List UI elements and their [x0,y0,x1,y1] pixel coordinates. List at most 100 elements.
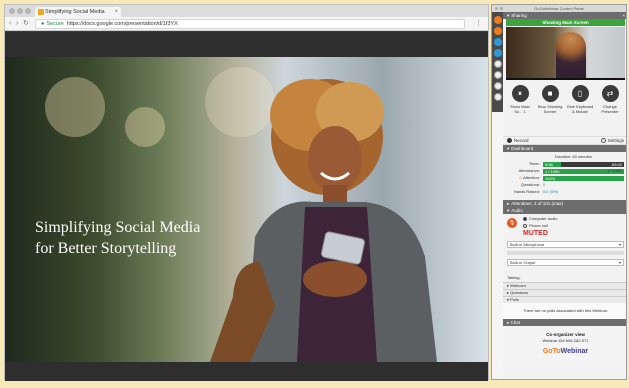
audio-body: 🎙 Computer audio Phone call MUTED Built-… [503,214,626,274]
close-window-icon[interactable] [9,8,15,14]
expand-arrow-icon: ▸ [507,201,510,206]
radio-icon [523,223,527,228]
tab-close-icon[interactable]: × [114,7,118,17]
record-button[interactable]: Record [507,137,529,145]
change-presenter-button[interactable]: ⇄ Change Presenter [596,85,624,114]
sharing-controls: ⏸ Show Main Sc... 1 ■ Stop Showing Scree… [503,80,626,136]
slide-title-line2: for Better Storytelling [35,240,177,257]
sharing-header-label: Sharing [511,13,527,18]
screen-preview-thumbnail [506,27,625,80]
microphone-select[interactable]: Built-in Microphone ▾ [507,241,624,248]
questions-row: Questions: 0 [507,182,624,188]
questions-header-label: Questions [510,290,529,295]
panel-window-title: GoToWebinar Control Panel [534,6,584,11]
mouse-icon: ▯ [571,85,589,102]
grab-tab-icon[interactable] [493,16,502,24]
presentation-slide: Simplifying Social Media for Better Stor… [5,57,488,362]
pause-icon: ⏸ [511,85,529,102]
muted-status: MUTED [523,230,548,237]
brand-prefix: GoTo [542,348,561,355]
stop-icon: ■ [541,85,559,102]
timer-remaining-bar: -55:52 [561,161,624,167]
slides-favicon-icon [38,9,44,15]
webcam-section-header[interactable]: ▸ Webcam [503,282,626,289]
browser-menu-icon[interactable]: ⋮ [475,19,482,29]
preview-person-image [556,32,586,80]
webcam-icon[interactable] [493,49,502,57]
questions-section-header[interactable]: ▸ Questions [503,289,626,296]
webinar-control-panel: GoToWebinar Control Panel ▾ Sharing × Sho… [491,4,627,380]
secure-label: Secure [46,21,64,27]
microphone-icon[interactable] [493,27,502,35]
chat-header-label: Chat [510,320,521,325]
attendance-row: Attendance: 1 / 1000 1 / 1000 [507,168,624,174]
timer-elapsed-bar: 5:58 [543,161,561,167]
collapse-arrow-icon: ▾ [507,146,510,151]
close-panel-icon[interactable] [495,7,498,10]
url-input[interactable]: ● Secure https://docs.google.com/presentat… [35,19,465,29]
collapse-arrow-icon: ▾ [507,13,510,18]
gear-icon [600,138,606,144]
panel-titlebar: GoToWebinar Control Panel [492,5,626,12]
presentation-bottom-margin [5,362,488,381]
timer-label: Timer: [528,161,540,166]
slide-title: Simplifying Social Media for Better Stor… [35,217,275,259]
dashboard-body: Duration: 60 minutes Timer: 5:58 -55:52 … [503,152,626,200]
computer-audio-option[interactable]: Computer audio [523,216,557,221]
speaker-select-value: Built-in Output [510,260,536,265]
webinar-id: Webinar ID# 608-282-971 [542,338,589,343]
change-presenter-icon: ⇄ [601,85,619,102]
dashboard-section-header[interactable]: ▾ Dashboard [503,145,626,152]
screen-share-icon[interactable] [493,38,502,46]
show-main-screen-button[interactable]: ⏸ Show Main Sc... 1 [506,85,534,114]
attention-bar: 100% [543,175,624,181]
attendees-icon[interactable] [493,60,502,68]
record-label: Record [514,138,529,143]
phone-call-option[interactable]: Phone call [523,223,548,228]
browser-tabbar: Simplifying Social Media × [5,5,488,17]
hands-raised-row: Hands Raised: 0/1 (0%) [507,189,624,195]
attendance-right-value: 1 / 1000 [607,168,622,173]
drawing-tools-icon[interactable] [493,93,502,101]
speaker-select[interactable]: Built-in Output ▾ [507,259,624,266]
forward-icon[interactable]: › [16,19,18,29]
minimize-panel-icon[interactable] [500,7,503,10]
audio-section-header[interactable]: ▾ Audio [503,207,626,214]
settings-label: Settings [607,138,624,143]
reload-icon[interactable]: ↻ [23,19,29,29]
polls-icon[interactable] [493,82,502,90]
lock-icon: ● [41,21,45,27]
duration-text: Duration: 60 minutes [555,154,592,159]
hands-raised-label: Hands Raised: [513,189,540,194]
co-organizer-label: Co-organizer view [546,332,585,337]
panel-body: ▾ Sharing × Showing Main Screen ⏸ Show Ma… [503,12,626,379]
give-keyboard-mouse-button[interactable]: ▯ Give Keyboard & Mouse [566,85,594,114]
give-keyboard-mouse-label: Give Keyboard & Mouse [566,104,594,114]
sharing-section-header[interactable]: ▾ Sharing × [503,12,626,19]
phone-call-label: Phone call [529,223,548,228]
microphone-mute-icon[interactable]: 🎙 [507,218,517,228]
questions-value[interactable]: 0 [543,182,545,188]
stop-showing-screen-button[interactable]: ■ Stop Showing Screen [536,85,564,114]
polls-header-label: Polls [510,297,519,302]
questions-icon[interactable] [493,71,502,79]
presentation-top-margin [5,32,488,57]
settings-button[interactable]: Settings [600,137,624,145]
attention-row: ⚠ Attention: 100% [507,175,624,181]
chat-section-header[interactable]: ▸ Chat [503,319,626,326]
maximize-window-icon[interactable] [25,8,31,14]
sharing-close-icon[interactable]: × [622,12,625,19]
attendees-header-label: Attendees: 2 of 101 (max) [511,201,564,206]
minimize-window-icon[interactable] [17,8,23,14]
attendees-section-header[interactable]: ▸ Attendees: 2 of 101 (max) [503,200,626,207]
webcam-header-label: Webcam [510,283,526,288]
back-icon[interactable]: ‹ [9,19,11,29]
browser-tab[interactable]: Simplifying Social Media × [35,7,121,17]
audio-header-label: Audio [511,208,523,213]
dashboard-header-label: Dashboard [511,146,534,151]
chevron-down-icon: ▾ [618,260,621,265]
attention-label-text: Attention: [523,175,540,180]
brand-suffix: Webinar [560,348,589,355]
hands-raised-value[interactable]: 0/1 (0%) [543,189,558,195]
polls-section-header[interactable]: ▾ Polls [503,296,626,303]
